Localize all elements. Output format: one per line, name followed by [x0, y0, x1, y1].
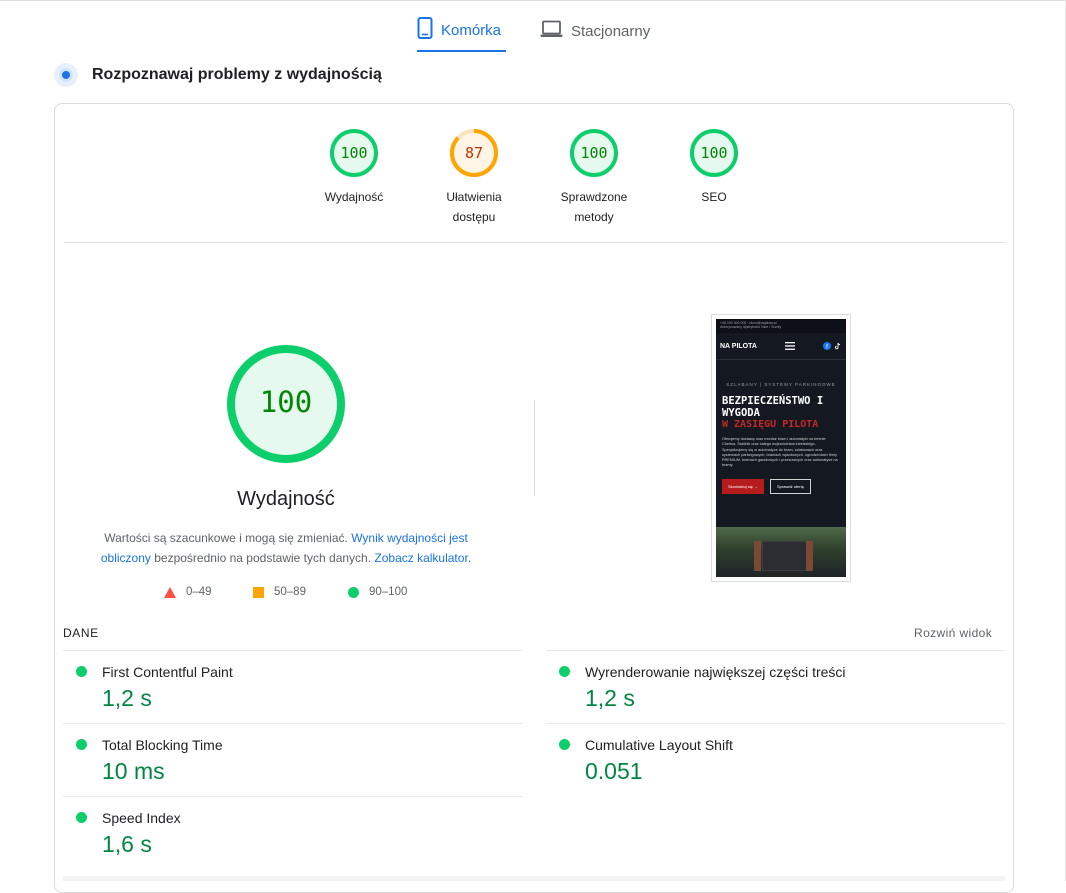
preview-offer-button: Sprawdź ofertę — [770, 478, 811, 494]
performance-score: 100 — [260, 385, 312, 419]
tab-mobile-label: Komórka — [441, 21, 502, 39]
score-gauge-best-practices[interactable]: 100 Sprawdzone metody — [534, 127, 654, 227]
expand-view-toggle[interactable]: Rozwiń widok — [914, 626, 992, 640]
preview-nav: NA PILOTA f — [716, 333, 846, 360]
preview-headline-accent: W ZASIĘGU PILOTA — [722, 419, 819, 430]
tab-desktop-label: Stacjonarny — [571, 22, 651, 40]
metric-cls: Cumulative Layout Shift 0.051 — [546, 723, 1005, 795]
note-text: Wartości są szacunkowe i mogą się zmieni… — [104, 531, 352, 545]
metric-value: 1,2 s — [102, 685, 152, 711]
metric-lcp: Wyrenderowanie największej części treści… — [546, 650, 1005, 722]
score-gauge-performance[interactable]: 100 Wydajność — [294, 127, 414, 207]
tab-desktop[interactable]: Stacjonarny — [540, 10, 660, 52]
metric-value: 10 ms — [102, 758, 165, 784]
gauge-score: 87 — [465, 144, 483, 162]
legend-range: 0–49 — [186, 586, 212, 598]
final-screenshot[interactable]: +48 000 000 000 · biuro@napilota.pl Auto… — [711, 314, 851, 582]
gauge-score: 100 — [700, 144, 727, 162]
circle-icon — [348, 586, 359, 598]
section-header: Rozpoznawaj problemy z wydajnością — [54, 62, 382, 88]
triangle-icon — [164, 586, 176, 598]
gauge-ring: 100 — [690, 129, 738, 177]
footer-strip — [63, 876, 1005, 881]
metric-name: First Contentful Paint — [102, 664, 233, 680]
pass-dot-icon — [559, 666, 570, 677]
metric-name: Total Blocking Time — [102, 737, 223, 753]
divider — [64, 242, 1005, 243]
gate-pillar — [754, 541, 761, 571]
preview-buttons: Skontaktuj się → Sprawdź ofertę — [716, 478, 846, 494]
gauge-ring: 100 — [570, 129, 618, 177]
gauge-ring: 87 — [450, 129, 498, 177]
pass-dot-icon — [559, 739, 570, 750]
preview-headline-line: BEZPIECZEŃSTWO I — [722, 395, 824, 407]
square-icon — [253, 586, 264, 598]
gate-shape — [762, 541, 808, 571]
metric-name: Cumulative Layout Shift — [585, 737, 733, 753]
preview-logo: NA PILOTA — [720, 342, 757, 350]
legend-range: 90–100 — [369, 586, 408, 598]
gauge-score: 100 — [580, 144, 607, 162]
tab-mobile[interactable]: Komórka — [417, 10, 506, 52]
metrics-heading: DANE — [63, 626, 99, 640]
preview-contact-button: Skontaktuj się → — [722, 478, 765, 494]
section-title: Rozpoznawaj problemy z wydajnością — [92, 66, 382, 83]
metric-value: 0.051 — [585, 758, 643, 784]
metric-tbt: Total Blocking Time 10 ms — [63, 723, 522, 795]
preview-kicker: SZLABANY | SYSTEMY PARKINGOWE — [726, 382, 836, 387]
legend-item-average: 50–89 — [253, 586, 306, 598]
gauge-label: Wydajność — [324, 190, 384, 204]
pass-dot-icon — [76, 739, 87, 750]
metric-name: Wyrenderowanie największej części treści — [585, 664, 846, 680]
metric-name: Speed Index — [102, 810, 181, 826]
device-tabs: Komórka Stacjonarny — [0, 0, 1066, 52]
gauge-score: 100 — [340, 144, 367, 162]
gauge-label: Sprawdzone metody — [560, 190, 628, 224]
note-text: bezpośrednio na podstawie tych danych. — [150, 551, 375, 565]
legend-range: 50–89 — [274, 586, 306, 598]
divider — [534, 400, 535, 496]
preview-social: f — [822, 342, 842, 350]
performance-gauge: 100 — [224, 342, 348, 466]
gate-pillar — [806, 541, 813, 571]
gauge-ring: 100 — [330, 129, 378, 177]
legend-item-pass: 90–100 — [348, 586, 407, 598]
metric-fcp: First Contentful Paint 1,2 s — [63, 650, 522, 722]
laptop-icon — [540, 20, 563, 42]
menu-icon — [784, 342, 795, 350]
preview-paragraph: Oferujemy dostawę oraz montaż bram i aut… — [722, 437, 838, 468]
metric-speed-index: Speed Index 1,6 s — [63, 796, 522, 868]
preview-dealer: Autoryzowany dystrybutor Nice / Somfy — [720, 325, 782, 329]
smartphone-icon — [417, 17, 433, 43]
diagnose-icon — [54, 63, 78, 87]
preview-headline-line: WYGODA — [722, 407, 760, 419]
gauge-label: Ułatwienia dostępu — [446, 190, 502, 224]
calculator-link[interactable]: Zobacz kalkulator. — [374, 551, 471, 565]
metric-value: 1,6 s — [102, 831, 152, 857]
preview-headline: BEZPIECZEŃSTWO I WYGODA — [716, 395, 846, 419]
legend-item-fail: 0–49 — [164, 586, 212, 598]
facebook-icon: f — [822, 342, 831, 350]
score-gauge-accessibility[interactable]: 87 Ułatwienia dostępu — [414, 127, 534, 227]
preview-topbar: +48 000 000 000 · biuro@napilota.pl Auto… — [716, 319, 846, 333]
gauge-label: SEO — [701, 190, 727, 204]
performance-note: Wartości są szacunkowe i mogą się zmieni… — [92, 528, 480, 568]
metric-value: 1,2 s — [585, 685, 635, 711]
score-gauge-seo[interactable]: 100 SEO — [654, 127, 774, 207]
preview-gate-photo — [716, 527, 846, 577]
pass-dot-icon — [76, 666, 87, 677]
screenshot-preview: +48 000 000 000 · biuro@napilota.pl Auto… — [716, 319, 846, 577]
performance-title: Wydajność — [237, 488, 335, 510]
tiktok-icon — [834, 342, 841, 350]
pass-dot-icon — [76, 812, 87, 823]
